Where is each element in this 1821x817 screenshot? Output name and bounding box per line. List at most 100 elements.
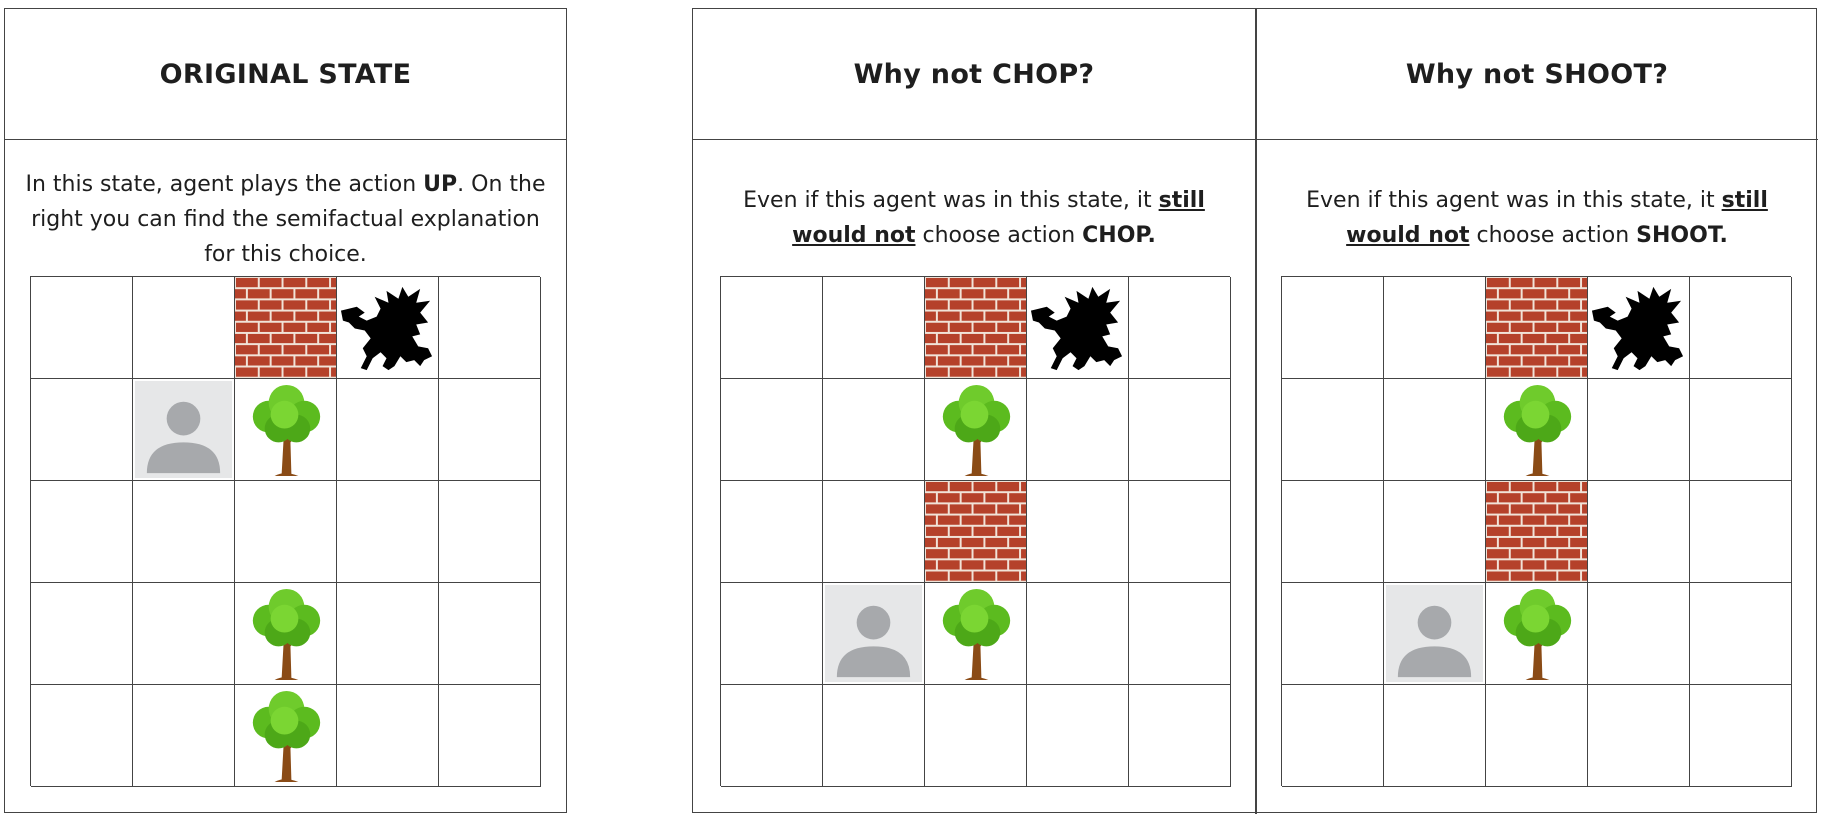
original-state-panel: ORIGINAL STATE In this state, agent play…: [4, 8, 567, 813]
grid-cell: [721, 277, 823, 379]
brick-wall-icon: [1486, 277, 1587, 378]
tree-icon: [235, 685, 336, 786]
grid-cell: [1588, 481, 1690, 583]
grid-cell: [31, 379, 133, 481]
grid-cell: [1282, 685, 1384, 787]
grid-cell: [1486, 583, 1588, 685]
grid-cell: [439, 583, 541, 685]
grid-cell: [925, 481, 1027, 583]
grid-cell: [235, 277, 337, 379]
grid-cell: [1027, 379, 1129, 481]
grid-cell: [1690, 277, 1792, 379]
grid-cell: [235, 481, 337, 583]
grid-cell: [1486, 481, 1588, 583]
grid-cell: [133, 481, 235, 583]
grid-cell: [823, 583, 925, 685]
grid-cell: [925, 583, 1027, 685]
grid-cell: [337, 379, 439, 481]
grid-cell: [133, 685, 235, 787]
grid-cell: [1690, 583, 1792, 685]
grid-cell: [721, 583, 823, 685]
person-avatar-icon: [823, 583, 924, 684]
grid-cell: [823, 277, 925, 379]
grid-cell: [1129, 277, 1231, 379]
grid-cell: [1690, 481, 1792, 583]
grid-cell: [337, 277, 439, 379]
grid-cell: [925, 685, 1027, 787]
panel-title: Why not CHOP?: [693, 9, 1255, 140]
grid-cell: [1027, 481, 1129, 583]
grid-cell: [1129, 583, 1231, 685]
grid-cell: [1384, 379, 1486, 481]
state-grid: [30, 276, 541, 787]
description-segment: choose action: [915, 223, 1083, 248]
brick-wall-icon: [1486, 481, 1587, 582]
grid-cell: [1129, 481, 1231, 583]
grid-cell: [1384, 481, 1486, 583]
grid-cell: [823, 481, 925, 583]
grid-cell: [31, 481, 133, 583]
tree-icon: [1486, 379, 1587, 480]
grid-cell: [1486, 379, 1588, 481]
grid-cell: [925, 379, 1027, 481]
grid-cell: [1027, 583, 1129, 685]
grid-cell: [1588, 583, 1690, 685]
grid-cell: [31, 685, 133, 787]
description-segment: SHOOT.: [1636, 223, 1728, 248]
description-segment: UP: [423, 172, 458, 197]
grid-cell: [337, 685, 439, 787]
tree-icon: [925, 583, 1026, 684]
tree-icon: [235, 379, 336, 480]
dragon-silhouette-icon: [1027, 277, 1128, 378]
grid-cell: [1384, 277, 1486, 379]
description-segment: CHOP.: [1082, 223, 1156, 248]
state-grid: [1281, 276, 1792, 787]
panel-description: In this state, agent plays the action UP…: [23, 167, 548, 272]
grid-cell: [439, 277, 541, 379]
brick-wall-icon: [235, 277, 336, 378]
grid-cell: [823, 685, 925, 787]
grid-cell: [1282, 277, 1384, 379]
state-grid: [720, 276, 1231, 787]
why-not-shoot-panel: Why not SHOOT? Even if this agent was in…: [1256, 9, 1818, 814]
description-segment: Even if this agent was in this state, it: [743, 188, 1159, 213]
grid-cell: [439, 481, 541, 583]
grid-cell: [439, 379, 541, 481]
grid-cell: [1129, 379, 1231, 481]
grid-cell: [721, 685, 823, 787]
grid-cell: [1384, 583, 1486, 685]
description-segment: choose action: [1469, 223, 1637, 248]
panel-title: ORIGINAL STATE: [5, 9, 566, 140]
grid-cell: [1384, 685, 1486, 787]
panel-description: Even if this agent was in this state, it…: [1296, 183, 1778, 253]
grid-cell: [721, 379, 823, 481]
grid-cell: [1690, 379, 1792, 481]
brick-wall-icon: [925, 481, 1026, 582]
person-avatar-icon: [1384, 583, 1485, 684]
grid-cell: [31, 277, 133, 379]
panel-title: Why not SHOOT?: [1256, 9, 1818, 140]
brick-wall-icon: [925, 277, 1026, 378]
grid-cell: [1588, 379, 1690, 481]
description-segment: Even if this agent was in this state, it: [1306, 188, 1722, 213]
tree-icon: [925, 379, 1026, 480]
person-avatar-icon: [133, 379, 234, 480]
grid-cell: [1588, 685, 1690, 787]
panel-description: Even if this agent was in this state, it…: [733, 183, 1215, 253]
grid-cell: [1282, 481, 1384, 583]
description-segment: In this state, agent plays the action: [25, 172, 424, 197]
grid-cell: [1588, 277, 1690, 379]
why-not-chop-panel: Why not CHOP? Even if this agent was in …: [693, 9, 1255, 814]
grid-cell: [31, 583, 133, 685]
grid-cell: [133, 583, 235, 685]
dragon-silhouette-icon: [1588, 277, 1689, 378]
grid-cell: [1027, 277, 1129, 379]
grid-cell: [1282, 379, 1384, 481]
grid-cell: [133, 379, 235, 481]
grid-cell: [1486, 685, 1588, 787]
grid-cell: [823, 379, 925, 481]
grid-cell: [337, 583, 439, 685]
grid-cell: [235, 583, 337, 685]
grid-cell: [1027, 685, 1129, 787]
grid-cell: [133, 277, 235, 379]
